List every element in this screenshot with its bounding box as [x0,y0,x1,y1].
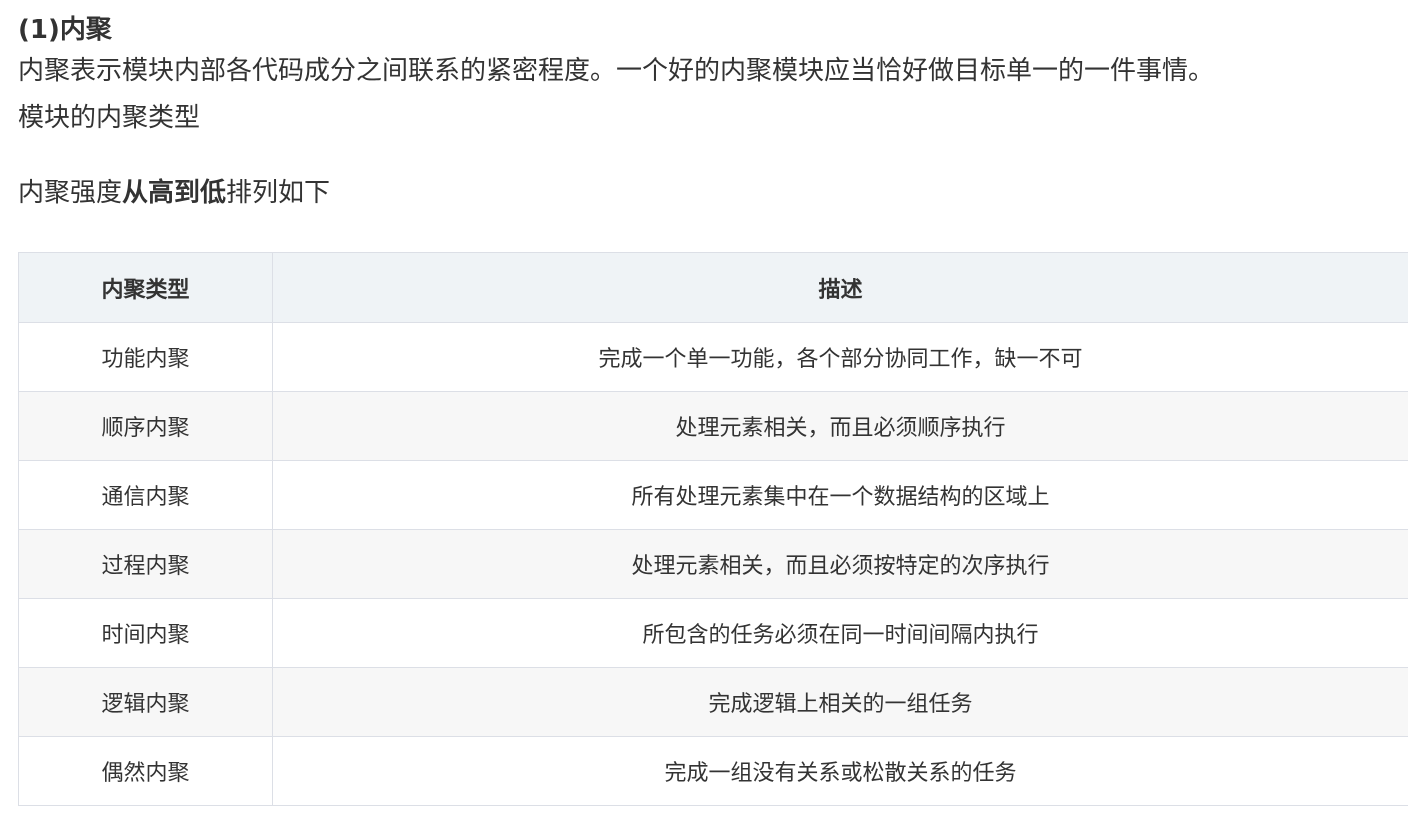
cohesion-description-cell: 处理元素相关，而且必须按特定的次序执行 [272,529,1408,599]
table-row: 顺序内聚 处理元素相关，而且必须顺序执行 [18,391,1408,461]
cohesion-description-cell: 完成一个单一功能，各个部分协同工作，缺一不可 [272,322,1408,392]
table-row: 时间内聚 所包含的任务必须在同一时间间隔内执行 [18,598,1408,668]
cohesion-description-cell: 所有处理元素集中在一个数据结构的区域上 [272,460,1408,530]
cohesion-type-cell: 时间内聚 [18,598,273,668]
cohesion-type-cell: 逻辑内聚 [18,667,273,737]
table-row: 偶然内聚 完成一组没有关系或松散关系的任务 [18,736,1408,806]
cohesion-type-cell: 顺序内聚 [18,391,273,461]
order-emphasis: 从高到低 [122,178,227,208]
table-header-row: 内聚类型 描述 [18,252,1408,323]
table-row: 功能内聚 完成一个单一功能，各个部分协同工作，缺一不可 [18,322,1408,392]
cohesion-description-cell: 所包含的任务必须在同一时间间隔内执行 [272,598,1408,668]
header-description: 描述 [272,252,1408,323]
cohesion-description-cell: 处理元素相关，而且必须顺序执行 [272,391,1408,461]
cohesion-order-line: 内聚强度从高到低排列如下 [18,170,1408,217]
cohesion-type-cell: 偶然内聚 [18,736,273,806]
document-page: (1)内聚 内聚表示模块内部各代码成分之间联系的紧密程度。一个好的内聚模块应当恰… [0,0,1408,829]
order-prefix: 内聚强度 [18,178,123,208]
cohesion-type-cell: 通信内聚 [18,460,273,530]
table-row: 过程内聚 处理元素相关，而且必须按特定的次序执行 [18,529,1408,599]
cohesion-type-cell: 过程内聚 [18,529,273,599]
cohesion-types-title: 模块的内聚类型 [18,103,201,133]
header-type: 内聚类型 [18,252,273,323]
order-suffix: 排列如下 [226,178,331,208]
cohesion-description-cell: 完成一组没有关系或松散关系的任务 [272,736,1408,806]
table-row: 通信内聚 所有处理元素集中在一个数据结构的区域上 [18,460,1408,530]
cohesion-description-cell: 完成逻辑上相关的一组任务 [272,667,1408,737]
table-row: 逻辑内聚 完成逻辑上相关的一组任务 [18,667,1408,737]
cohesion-type-cell: 功能内聚 [18,322,273,392]
cohesion-types-table: 内聚类型 描述 功能内聚 完成一个单一功能，各个部分协同工作，缺一不可 顺序内聚… [18,252,1408,806]
cohesion-definition: 内聚表示模块内部各代码成分之间联系的紧密程度。一个好的内聚模块应当恰好做目标单一… [18,56,1215,86]
section-heading: (1)内聚 [18,15,112,45]
